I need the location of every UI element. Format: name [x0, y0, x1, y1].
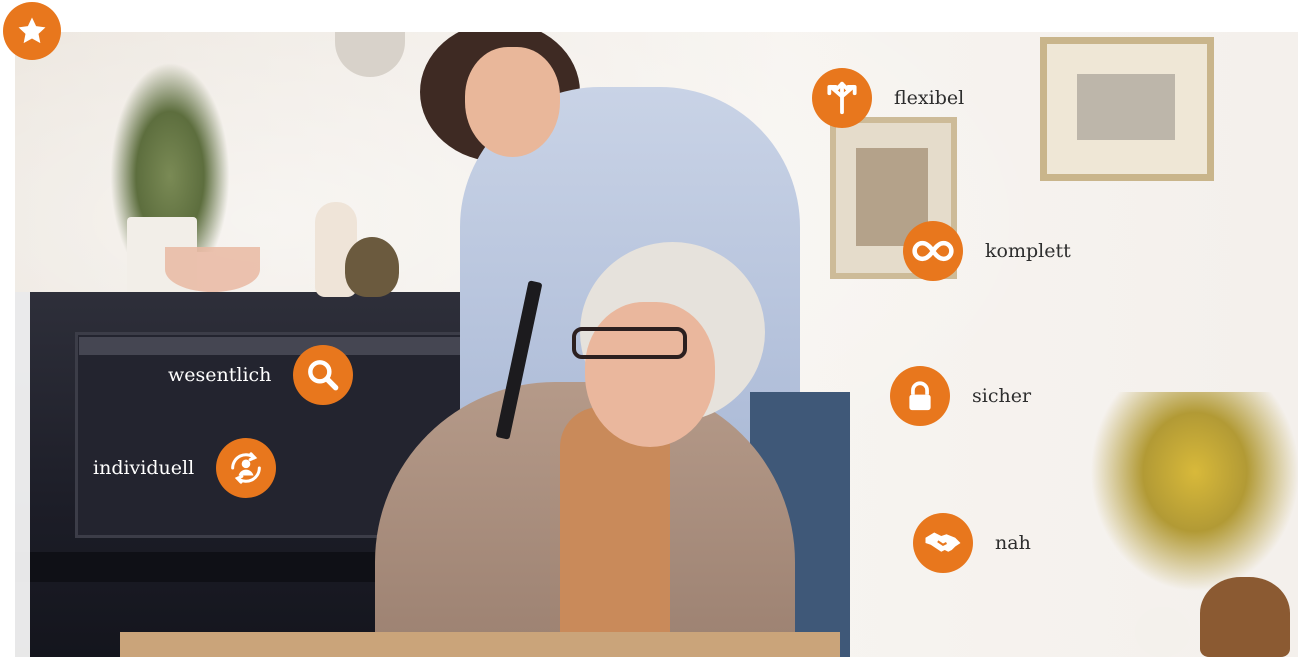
duck-figurine: [1135, 607, 1190, 657]
person-cycle-icon: [231, 452, 262, 484]
feature-label-komplett: komplett: [985, 240, 1071, 262]
star-icon: [18, 17, 46, 44]
feature-label-wesentlich: wesentlich: [168, 364, 272, 386]
senior-face: [585, 302, 715, 447]
ceramic-vase: [345, 237, 399, 297]
individuell-badge[interactable]: [216, 438, 277, 498]
star-badge[interactable]: [3, 2, 61, 60]
window-light: [15, 292, 30, 657]
handshake-icon: [925, 532, 961, 552]
flower-bouquet: [1090, 392, 1298, 592]
wesentlich-badge[interactable]: [293, 345, 354, 405]
feature-label-sicher: sicher: [972, 385, 1032, 407]
nah-badge[interactable]: [913, 513, 973, 573]
komplett-badge[interactable]: [903, 221, 963, 281]
diverging-arrows-icon: [827, 81, 857, 115]
infinity-icon: [912, 240, 954, 262]
feature-flexibel[interactable]: flexibel: [812, 68, 964, 128]
table: [120, 632, 840, 657]
sicher-badge[interactable]: [890, 366, 950, 426]
picture-frame-large: [1040, 37, 1214, 181]
feature-label-nah: nah: [995, 532, 1031, 554]
feature-label-flexibel: flexibel: [894, 87, 965, 109]
glass-bowl: [165, 247, 260, 292]
magnifier-icon: [308, 360, 339, 391]
caregiver-face: [465, 47, 560, 157]
feature-label-individuell: individuell: [93, 457, 195, 479]
feature-komplett[interactable]: komplett: [903, 221, 1071, 281]
padlock-icon: [909, 381, 931, 411]
flexibel-badge[interactable]: [812, 68, 872, 128]
flower-vase: [1200, 577, 1290, 657]
feature-wesentlich[interactable]: wesentlich: [168, 345, 354, 405]
glasses: [572, 327, 687, 359]
feature-sicher[interactable]: sicher: [890, 366, 1031, 426]
feature-nah[interactable]: nah: [913, 513, 1031, 573]
feature-individuell[interactable]: individuell: [93, 438, 277, 498]
